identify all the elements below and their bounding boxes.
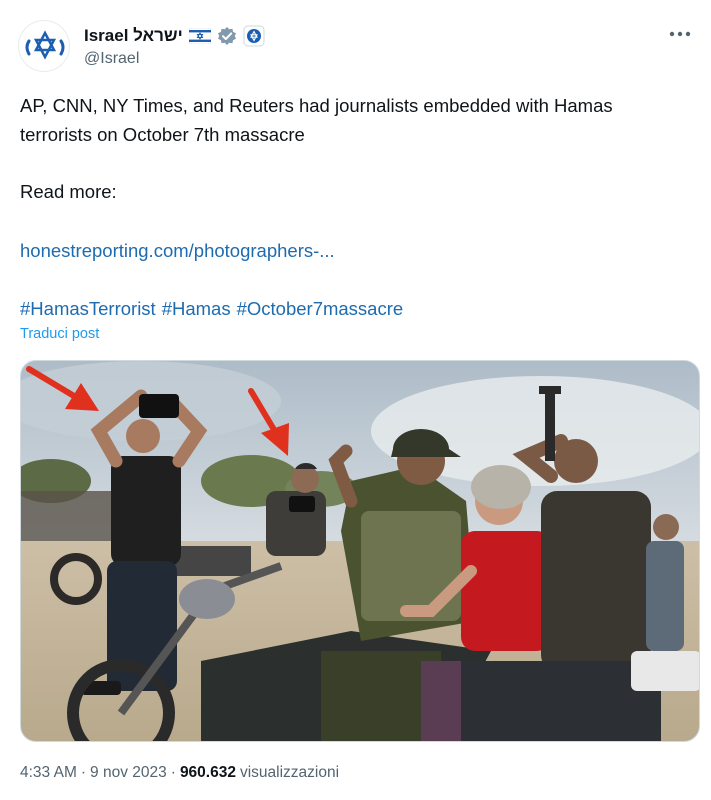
tweet-photo[interactable] (20, 360, 700, 742)
separator-dot: · (170, 764, 176, 781)
more-options-icon[interactable] (665, 22, 695, 46)
hashtag-link[interactable]: #HamasTerrorist (20, 295, 156, 323)
tweet-time[interactable]: 4:33 AM (20, 764, 77, 782)
israel-flag-icon (188, 28, 211, 44)
separator-dot: · (80, 764, 87, 781)
read-more-text: Read more: (20, 181, 117, 202)
tweet-text-line-1: AP, CNN, NY Times, and Reuters had journ… (20, 95, 613, 116)
author-display-name[interactable]: Israel ישראל (84, 26, 183, 46)
author-handle[interactable]: @Israel (84, 50, 139, 68)
verified-badge-icon[interactable] (217, 26, 237, 46)
photo-illustration (21, 361, 699, 741)
government-affiliation-icon[interactable] (243, 25, 265, 47)
hashtag-link[interactable]: #October7massacre (237, 295, 404, 323)
author-name-row[interactable]: Israel ישראל (84, 24, 265, 48)
hashtag-link[interactable]: #Hamas (162, 295, 231, 323)
tweet-card: Israel ישראל @Israel AP, CNN, NY Times, … (0, 0, 711, 800)
tweet-meta: 4:33 AM · 9 nov 2023 · 960.632 visualizz… (20, 764, 339, 782)
article-link[interactable]: honestreporting.com/photographers-... (20, 237, 335, 265)
star-of-david-icon (25, 30, 65, 60)
views-label: visualizzazioni (239, 764, 340, 781)
views-count: 960.632 (179, 764, 236, 781)
translate-post-link[interactable]: Traduci post (20, 326, 99, 342)
hashtag-list: #HamasTerrorist #Hamas #October7massacre (20, 295, 403, 323)
author-avatar[interactable] (18, 20, 70, 72)
tweet-text-line-2: terrorists on October 7th massacre (20, 124, 305, 145)
tweet-date[interactable]: 9 nov 2023 (90, 764, 167, 782)
